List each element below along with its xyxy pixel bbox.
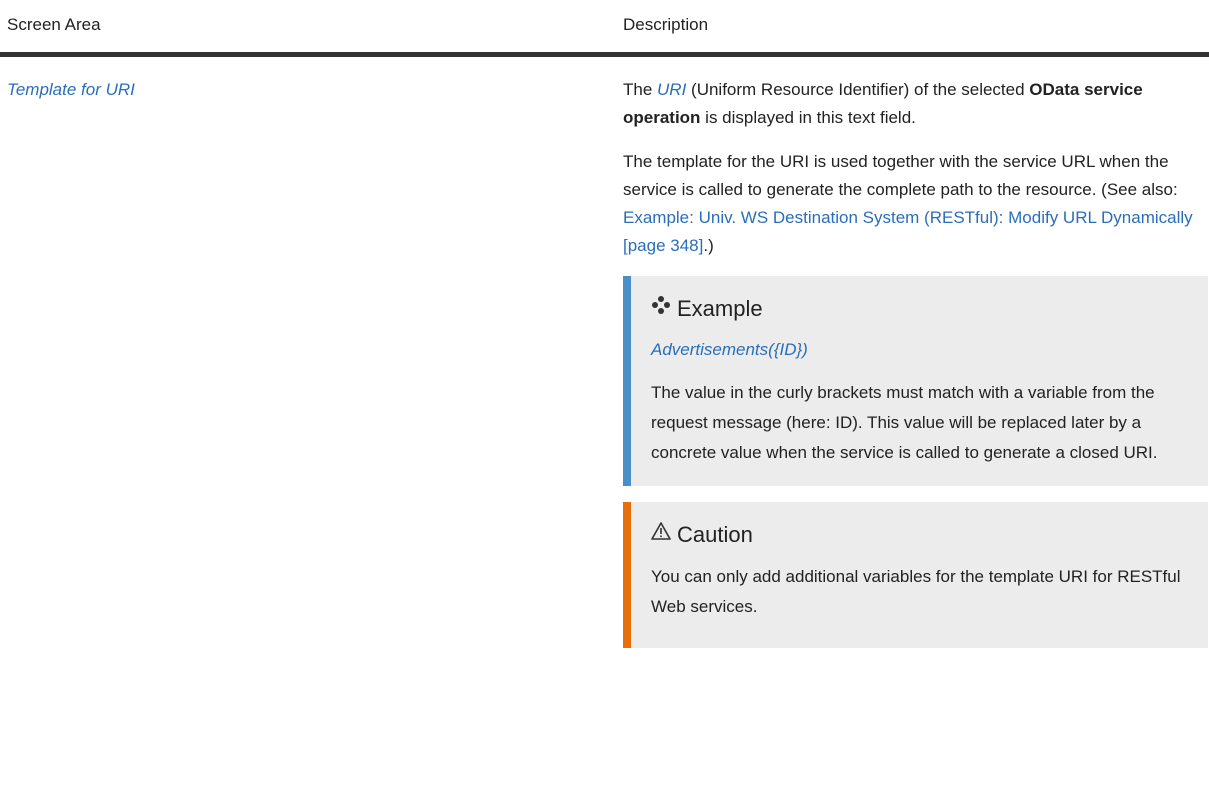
example-note: Example Advertisements({ID}) The value i… [623,276,1208,486]
text: The template for the URI is used togethe… [623,152,1178,199]
warning-icon-glyph [651,522,671,540]
text: (Uniform Resource Identifier) of the sel… [686,80,1030,99]
uri-link[interactable]: URI [657,80,686,99]
description-paragraph-2: The template for the URI is used togethe… [623,148,1203,260]
caution-text: You can only add additional variables fo… [651,567,1181,616]
description-table: Screen Area Description [0,0,1209,57]
example-icon-glyph [652,296,670,314]
caution-note-title: Caution [651,520,1188,550]
example-note-title: Example [651,294,1188,324]
example-text: The value in the curly brackets must mat… [651,383,1158,462]
row-label-template-for-uri: Template for URI [7,80,135,99]
description-cell: The URI (Uniform Resource Identifier) of… [623,76,1208,648]
text: .) [703,236,714,255]
example-icon [651,294,671,324]
text: The [623,80,658,99]
table-header-row: Screen Area Description [0,0,1209,57]
caution-note: Caution You can only add additional vari… [623,502,1208,648]
column-header-description: Description [623,15,709,34]
caution-title-text: Caution [677,522,753,547]
description-paragraph-1: The URI (Uniform Resource Identifier) of… [623,76,1203,132]
example-code: Advertisements({ID}) [651,340,808,359]
example-title-text: Example [677,296,763,321]
text: is displayed in this text field. [700,108,916,127]
column-header-screen-area: Screen Area [7,15,101,34]
warning-icon [651,520,671,550]
